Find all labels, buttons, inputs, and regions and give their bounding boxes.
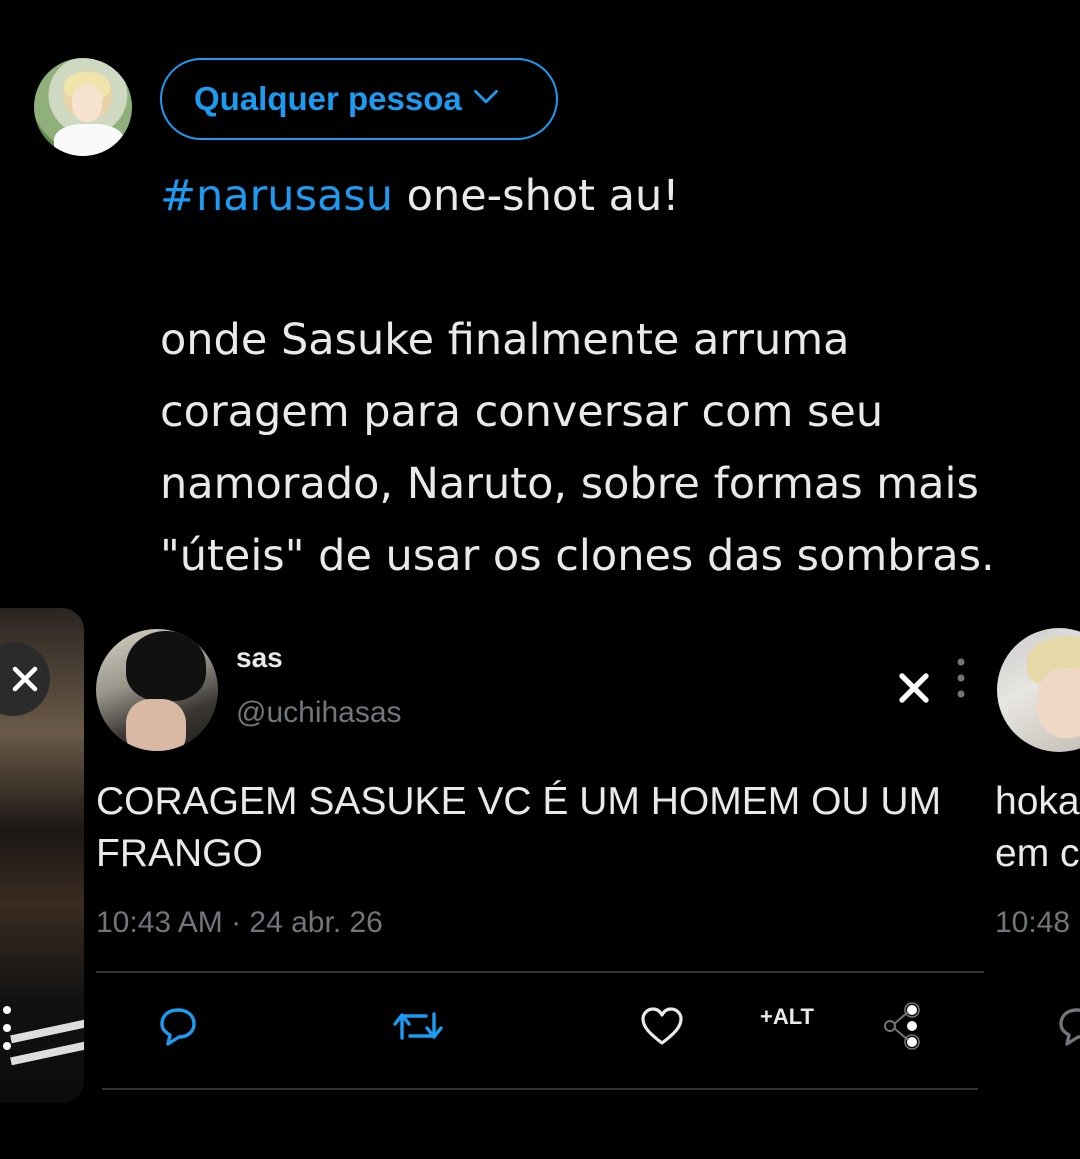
next-tweet-text: hoka em c — [995, 780, 1080, 875]
quoted-tweet-text: CORAGEM SASUKE VC É UM HOMEM OU UM FRANG… — [96, 780, 942, 875]
compose-quote-screen: Qualquer pessoa #narusasu one-shot au! o… — [0, 0, 1080, 1159]
reply-icon[interactable] — [1053, 1002, 1080, 1050]
divider — [102, 1088, 978, 1090]
tweet-compose-text[interactable]: #narusasu one-shot au! onde Sasuke final… — [160, 160, 1060, 592]
avatar-shirt — [54, 124, 124, 156]
quoted-tweet-timestamp: 10:43 AM · 24 abr. 26 — [96, 906, 383, 939]
add-alt-text-button[interactable]: +ALT — [760, 1004, 814, 1030]
like-heart-icon[interactable] — [638, 1002, 686, 1050]
quoted-user-name: sas — [236, 642, 283, 673]
close-icon[interactable] — [896, 670, 932, 706]
quoted-user-avatar[interactable] — [96, 629, 218, 751]
audience-selector-button[interactable]: Qualquer pessoa — [160, 58, 558, 140]
reply-icon[interactable] — [154, 1002, 202, 1050]
next-tweet-timestamp: 10:48 — [995, 906, 1071, 939]
close-icon[interactable] — [0, 642, 50, 716]
previous-card[interactable] — [0, 608, 84, 1103]
share-icon[interactable] — [880, 1002, 928, 1050]
chevron-down-icon — [472, 80, 500, 118]
quote-tweet-carousel[interactable]: sas @uchihasas CORAGEM SASUKE VC É UM HO… — [0, 608, 1080, 1108]
audience-label: Qualquer pessoa — [194, 80, 462, 117]
tweet-title-text: one-shot au! — [392, 171, 680, 221]
next-user-avatar[interactable] — [997, 628, 1080, 752]
retweet-icon[interactable] — [392, 1002, 444, 1050]
tweet-actions-bar: +ALT — [96, 996, 986, 1056]
divider — [96, 971, 984, 973]
more-options-icon[interactable] — [0, 1003, 14, 1053]
tweet-body-text: onde Sasuke finalmente arruma coragem pa… — [160, 315, 995, 581]
quoted-tweet-card[interactable]: sas @uchihasas CORAGEM SASUKE VC É UM HO… — [96, 626, 986, 1106]
hashtag-link[interactable]: #narusasu — [160, 171, 393, 221]
quoted-user-handle: @uchihasas — [236, 696, 402, 729]
more-options-icon[interactable] — [954, 656, 968, 700]
user-avatar[interactable] — [34, 58, 132, 156]
next-card[interactable]: hoka em c 10:48 — [995, 626, 1080, 1106]
avatar-face — [72, 84, 102, 122]
